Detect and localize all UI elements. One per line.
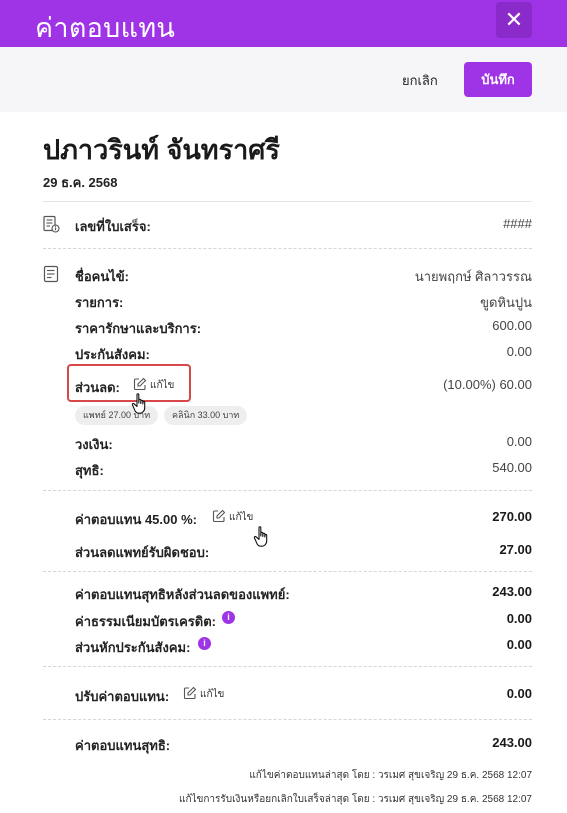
net-after-discount-row: ค่าตอบแทนสุทธิหลังส่วนลดของแพทย์: 243.00 — [75, 584, 532, 602]
discount-edit-button[interactable]: แก้ไข — [133, 377, 174, 393]
action-bar: ยกเลิก บันทึก — [0, 47, 567, 112]
discount-edit-label: แก้ไข — [150, 380, 175, 391]
item-value: ขูดหินปูน — [480, 295, 532, 310]
save-button[interactable]: บันทึก — [464, 62, 532, 97]
patient-name: ปภาวรินท์ จันทราศรี — [43, 135, 280, 165]
close-icon: ✕ — [504, 7, 524, 32]
card-fee-row: ค่าธรรมเนียมบัตรเครดิต: i 0.00 — [75, 611, 532, 629]
social-security-value: 0.00 — [506, 344, 532, 359]
divider — [43, 666, 532, 667]
net-after-discount-value: 243.00 — [492, 584, 532, 599]
ss-deduction-label: ส่วนหักประกันสังคม: — [75, 640, 191, 655]
adjust-value: 0.00 — [506, 686, 532, 701]
doctor-discount-label: ส่วนลดแพทย์รับผิดชอบ: — [75, 545, 210, 560]
receipt-label: เลขที่ใบเสร็จ: — [75, 219, 151, 234]
info-icon[interactable]: i — [198, 637, 211, 650]
compensation-rate-row: ค่าตอบแทน 45.00 %: แก้ไข 270.00 — [75, 509, 532, 527]
compensation-edit-button[interactable]: แก้ไข — [212, 509, 253, 525]
credit-limit-value: 0.00 — [506, 434, 532, 449]
divider — [43, 201, 532, 202]
info-icon[interactable]: i — [222, 611, 235, 624]
net-value: 540.00 — [492, 460, 532, 475]
cost-value: 600.00 — [492, 318, 532, 333]
document-icon — [43, 265, 59, 283]
divider — [43, 571, 532, 572]
ss-deduction-value: 0.00 — [506, 637, 532, 652]
discount-label: ส่วนลด: — [75, 380, 120, 395]
edit-icon — [133, 377, 147, 391]
net-label: สุทธิ: — [75, 463, 104, 478]
edit-icon — [212, 509, 226, 523]
divider — [43, 248, 532, 249]
total-value: 243.00 — [492, 735, 532, 750]
hand-cursor-icon — [131, 393, 146, 414]
credit-limit-row: วงเงิน: 0.00 — [75, 434, 532, 452]
receipt-value: #### — [503, 216, 532, 231]
receipt-row: เลขที่ใบเสร็จ: #### — [75, 216, 532, 234]
patient-name-label: ชื่อคนไข้: — [75, 269, 129, 284]
patient-name-value: นายพฤกษ์ ศิลาวรรณ — [414, 269, 532, 284]
patient-name-row: ชื่อคนไข้: นายพฤกษ์ ศิลาวรรณ — [75, 266, 532, 284]
adjust-row: ปรับค่าตอบแทน: แก้ไข 0.00 — [75, 686, 532, 704]
visit-date: 29 ธ.ค. 2568 — [43, 175, 118, 190]
card-fee-label: ค่าธรรมเนียมบัตรเครดิต: — [75, 614, 216, 629]
item-label: รายการ: — [75, 295, 124, 310]
discount-value: (10.00%) 60.00 — [443, 377, 532, 392]
receipt-icon — [43, 215, 60, 233]
compensation-rate-value: 270.00 — [492, 509, 532, 524]
total-label: ค่าตอบแทนสุทธิ: — [75, 738, 171, 753]
social-security-label: ประกันสังคม: — [75, 347, 150, 362]
compensation-edit-label: แก้ไข — [229, 512, 254, 523]
adjust-edit-button[interactable]: แก้ไข — [183, 686, 224, 702]
net-after-discount-label: ค่าตอบแทนสุทธิหลังส่วนลดของแพทย์: — [75, 587, 290, 602]
cost-row: ราคารักษาและบริการ: 600.00 — [75, 318, 532, 336]
total-row: ค่าตอบแทนสุทธิ: 243.00 — [75, 735, 532, 753]
divider — [43, 719, 532, 720]
adjust-label: ปรับค่าตอบแทน: — [75, 689, 170, 704]
doctor-discount-row: ส่วนลดแพทย์รับผิดชอบ: 27.00 — [75, 542, 532, 560]
divider — [43, 490, 532, 491]
cancel-button[interactable]: ยกเลิก — [402, 70, 438, 91]
edit-icon — [183, 686, 197, 700]
adjust-edit-label: แก้ไข — [200, 689, 225, 700]
modal-header: ค่าตอบแทน ✕ — [0, 0, 567, 47]
card-fee-value: 0.00 — [506, 611, 532, 626]
cost-label: ราคารักษาและบริการ: — [75, 321, 202, 336]
last-edit-note: แก้ไขค่าตอบแทนล่าสุด โดย : วรเมศ สุขเจริ… — [249, 770, 532, 781]
modal-title: ค่าตอบแทน — [35, 13, 176, 43]
social-security-row: ประกันสังคม: 0.00 — [75, 344, 532, 362]
doctor-discount-value: 27.00 — [499, 542, 532, 557]
ss-deduction-row: ส่วนหักประกันสังคม: i 0.00 — [75, 637, 532, 655]
compensation-rate-label: ค่าตอบแทน 45.00 %: — [75, 512, 197, 527]
net-row: สุทธิ: 540.00 — [75, 460, 532, 478]
item-row: รายการ: ขูดหินปูน — [75, 292, 532, 310]
close-button[interactable]: ✕ — [496, 2, 532, 38]
last-receipt-note: แก้ไขการรับเงินหรือยกเลิกใบเสร็จล่าสุด โ… — [179, 794, 532, 805]
chip-clinic-share: คลินิก 33.00 บาท — [164, 406, 248, 425]
credit-limit-label: วงเงิน: — [75, 437, 113, 452]
